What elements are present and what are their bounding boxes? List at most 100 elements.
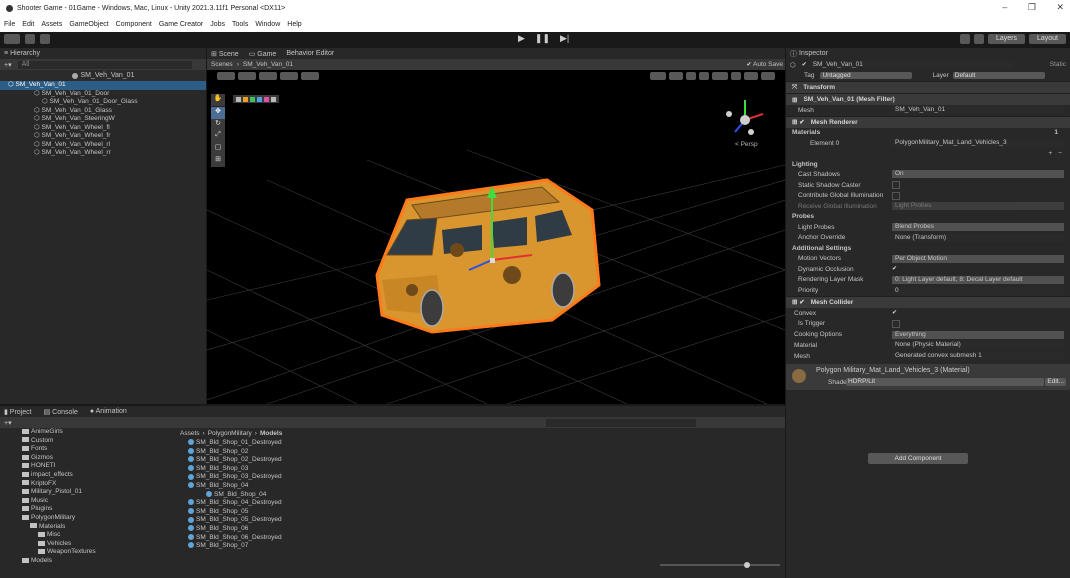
asset-item[interactable]: SM_Bld_Shop_06 <box>188 525 768 534</box>
priority-field[interactable]: 0 <box>892 286 1064 295</box>
asset-item[interactable]: SM_Bld_Shop_04 <box>188 482 768 491</box>
asset-item[interactable]: SM_Bld_Shop_02_Destroyed <box>188 456 768 465</box>
physic-material-field[interactable]: None (Physic Material) <box>892 341 1064 350</box>
menu-item-game-creator[interactable]: Game Creator <box>159 21 203 28</box>
hierarchy-tab[interactable]: ≡ Hierarchy <box>0 48 206 59</box>
breadcrumb-models[interactable]: Models <box>260 430 282 437</box>
tab-project[interactable]: ▮ Project <box>4 408 32 416</box>
history-icon[interactable] <box>959 34 970 44</box>
mesh-filter-component-header[interactable]: ⊞ SM_Veh_Van_01 (Mesh Filter) <box>786 93 1070 105</box>
folder-item[interactable]: Music <box>0 497 176 506</box>
lighting-section[interactable]: Lighting <box>786 159 1070 169</box>
mesh-renderer-component-header[interactable]: ⊞ ✔ Mesh Renderer <box>786 115 1070 128</box>
folder-item[interactable]: Custom <box>0 437 176 446</box>
search-icon[interactable] <box>973 34 984 44</box>
remove-element-button[interactable]: − <box>1058 150 1062 157</box>
inspector-tab[interactable]: ⓘ Inspector <box>786 48 1070 59</box>
minimize-button[interactable]: – <box>1002 2 1007 12</box>
folder-item[interactable]: HONETI <box>0 462 176 471</box>
cloud-icon[interactable] <box>25 34 35 44</box>
additional-settings-section[interactable]: Additional Settings <box>786 243 1070 253</box>
static-toggle[interactable]: Static <box>1050 61 1066 68</box>
tab-behavior-editor[interactable]: Behavior Editor <box>286 50 334 57</box>
hierarchy-item[interactable]: ⬡ SM_Veh_Van_Wheel_fr <box>0 132 206 141</box>
rendering-layer-dropdown[interactable]: 0: Light Layer default, 8: Decal Layer d… <box>892 275 1064 284</box>
folder-item[interactable]: Plugins <box>0 505 176 514</box>
add-icon[interactable]: +▾ <box>4 61 12 69</box>
collab-button[interactable] <box>40 34 50 44</box>
menu-item-gameobject[interactable]: GameObject <box>69 21 108 28</box>
collider-mesh-field[interactable]: Generated convex submesh 1 <box>892 352 1064 361</box>
element0-material-field[interactable]: PolygonMilitary_Mat_Land_Vehicles_3 <box>892 139 1064 148</box>
light-probes-dropdown[interactable]: Blend Probes <box>892 223 1064 232</box>
layout-dropdown[interactable]: Layout <box>1028 34 1066 44</box>
asset-item[interactable]: SM_Bld_Shop_05 <box>188 508 768 517</box>
menu-item-help[interactable]: Help <box>287 21 301 28</box>
folder-item[interactable]: Materials <box>0 523 176 532</box>
anchor-override-field[interactable]: None (Transform) <box>892 233 1064 242</box>
object-name-field[interactable]: SM_Veh_Van_01 <box>809 61 1013 68</box>
hierarchy-item[interactable]: ⬡ SM_Veh_Van_Wheel_rr <box>0 149 206 158</box>
autosave-toggle[interactable]: ✔ Auto Save <box>747 61 783 68</box>
menu-item-jobs[interactable]: Jobs <box>210 21 225 28</box>
probes-section[interactable]: Probes <box>786 212 1070 222</box>
is-trigger-checkbox[interactable] <box>892 319 900 328</box>
scene-viewport[interactable] <box>207 70 785 404</box>
folder-item[interactable]: Gizmos <box>0 454 176 463</box>
folder-item[interactable]: Vehicles <box>0 540 176 549</box>
hierarchy-item[interactable]: ⬡ SM_Veh_Van_01_Door_Glass <box>0 98 206 107</box>
menu-item-tools[interactable]: Tools <box>232 21 248 28</box>
hierarchy-item[interactable]: ⬡ SM_Veh_Van_01_Door <box>0 90 206 99</box>
contribute-gi-checkbox[interactable] <box>892 191 900 200</box>
orientation-gizmo[interactable] <box>726 100 764 135</box>
hierarchy-item[interactable]: ⬡ SM_Veh_Van_Wheel_rl <box>0 141 206 150</box>
folder-item[interactable]: AnimeGirls <box>0 428 176 437</box>
pause-button[interactable]: ❚❚ <box>535 33 550 44</box>
mesh-field[interactable]: SM_Veh_Van_01 <box>892 106 1064 115</box>
dynamic-occlusion-checkbox[interactable]: ✔ <box>892 266 897 272</box>
asset-item[interactable]: SM_Bld_Shop_04 <box>188 491 768 500</box>
tab-animation[interactable]: ● Animation <box>90 408 127 415</box>
add-element-button[interactable]: + <box>1048 150 1052 157</box>
transform-component-header[interactable]: ⤧ Transform <box>786 81 1070 93</box>
folder-item[interactable]: PolygonMilitary <box>0 514 176 523</box>
asset-item[interactable]: SM_Bld_Shop_01_Destroyed <box>188 439 768 448</box>
active-checkbox[interactable]: ✔ <box>802 62 807 68</box>
tab-console[interactable]: ▤ Console <box>44 408 78 416</box>
folder-item[interactable]: impact_effects <box>0 471 176 480</box>
hierarchy-item[interactable]: ⬡ SM_Veh_Van_01 <box>0 81 206 90</box>
breadcrumb-assets[interactable]: Assets <box>180 430 200 437</box>
folder-item[interactable]: Fonts <box>0 445 176 454</box>
hierarchy-item[interactable]: ⬡ SM_Veh_Van_Wheel_fl <box>0 124 206 133</box>
material-asset-header[interactable]: Polygon Military_Mat_Land_Vehicles_3 (Ma… <box>786 364 1070 391</box>
folder-item[interactable]: WeaponTextures <box>0 548 176 557</box>
folder-item[interactable]: KriptoFX <box>0 480 176 489</box>
edit-shader-button[interactable]: Edit... <box>1045 378 1066 387</box>
asset-item[interactable]: SM_Bld_Shop_05_Destroyed <box>188 516 768 525</box>
menu-item-edit[interactable]: Edit <box>22 21 34 28</box>
tag-dropdown[interactable]: Untagged <box>820 72 913 79</box>
breadcrumb-scenes[interactable]: Scenes <box>211 61 233 68</box>
asset-item[interactable]: SM_Bld_Shop_07 <box>188 542 768 551</box>
layer-dropdown[interactable]: Default <box>952 72 1045 79</box>
shader-dropdown[interactable]: HDRP/Lit <box>846 378 1044 387</box>
project-add-icon[interactable]: +▾ <box>4 419 12 427</box>
tab-game[interactable]: ▭ Game <box>249 50 277 58</box>
menu-item-assets[interactable]: Assets <box>41 21 62 28</box>
add-component-button[interactable]: Add Component <box>868 453 968 464</box>
motion-vectors-dropdown[interactable]: Per Object Motion <box>892 254 1064 263</box>
account-button[interactable] <box>4 34 20 44</box>
zoom-slider-handle[interactable] <box>744 562 750 568</box>
menu-item-window[interactable]: Window <box>255 21 280 28</box>
asset-item[interactable]: SM_Bld_Shop_02 <box>188 448 768 457</box>
tab-scene[interactable]: ⊞ Scene <box>211 50 239 58</box>
asset-item[interactable]: SM_Bld_Shop_03 <box>188 465 768 474</box>
step-button[interactable]: ▶| <box>560 33 569 44</box>
cast-shadows-dropdown[interactable]: On <box>892 170 1064 179</box>
asset-item[interactable]: SM_Bld_Shop_03_Destroyed <box>188 473 768 482</box>
materials-count[interactable]: 1 <box>1054 129 1058 136</box>
cooking-options-dropdown[interactable]: Everything <box>892 330 1064 339</box>
menu-item-file[interactable]: File <box>4 21 15 28</box>
asset-item[interactable]: SM_Bld_Shop_04_Destroyed <box>188 499 768 508</box>
hierarchy-item[interactable]: ⬡ SM_Veh_Van_01_Glass <box>0 107 206 116</box>
